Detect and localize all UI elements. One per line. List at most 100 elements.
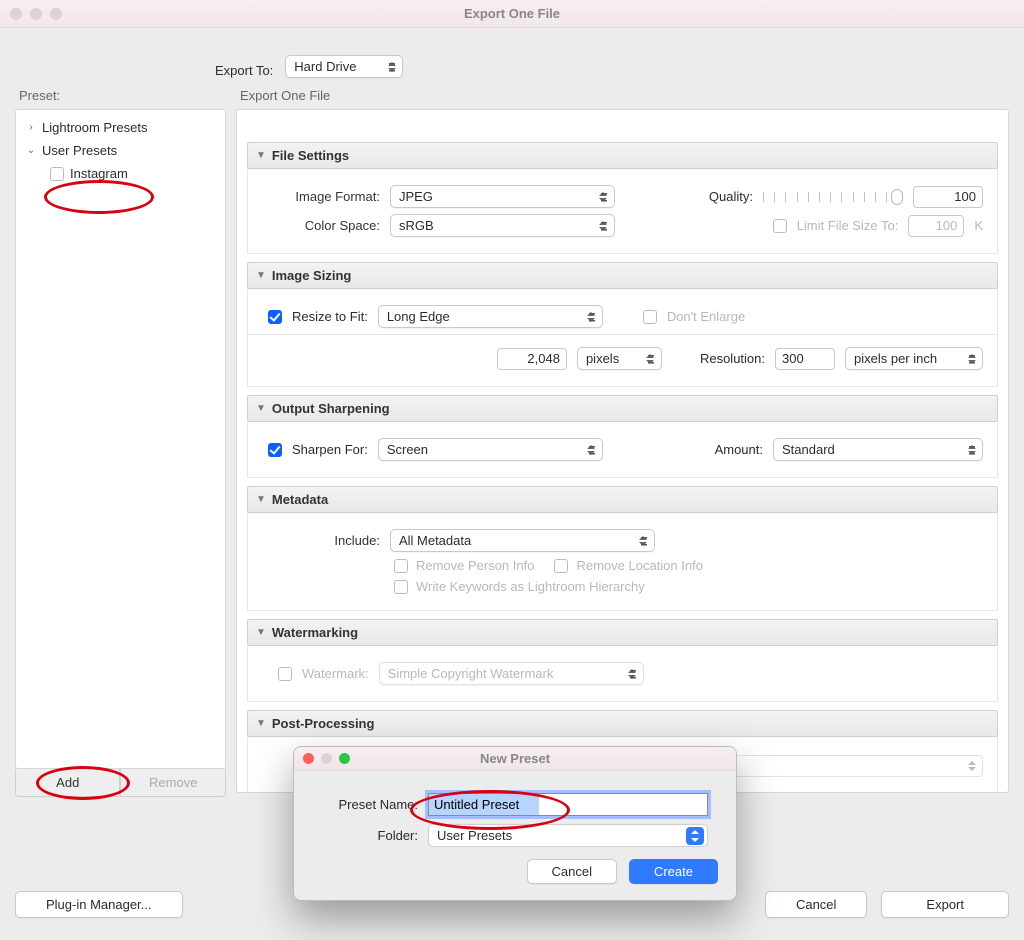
chevron-updown-icon bbox=[967, 761, 976, 771]
triangle-down-icon: ▼ bbox=[256, 150, 266, 161]
preset-header: Preset: bbox=[15, 86, 226, 109]
amount-value: Standard bbox=[782, 442, 835, 457]
preset-group-user[interactable]: ⌄ User Presets bbox=[22, 139, 219, 162]
modal-titlebar: New Preset bbox=[294, 747, 736, 771]
resize-checkbox[interactable] bbox=[268, 310, 282, 324]
section-title: Output Sharpening bbox=[272, 401, 390, 416]
remove-location-checkbox[interactable] bbox=[554, 559, 568, 573]
preset-name-input[interactable] bbox=[428, 793, 708, 816]
slider-knob[interactable] bbox=[891, 189, 903, 205]
amount-label: Amount: bbox=[715, 442, 763, 457]
sharpen-for-select[interactable]: Screen bbox=[378, 438, 603, 461]
modal-cancel-button[interactable]: Cancel bbox=[527, 859, 617, 884]
modal-create-button[interactable]: Create bbox=[629, 859, 718, 884]
amount-select[interactable]: Standard bbox=[773, 438, 983, 461]
section-title: Metadata bbox=[272, 492, 328, 507]
image-format-value: JPEG bbox=[399, 189, 433, 204]
watermark-value: Simple Copyright Watermark bbox=[388, 666, 554, 681]
section-watermarking[interactable]: ▼ Watermarking bbox=[247, 619, 998, 646]
include-select[interactable]: All Metadata bbox=[390, 529, 655, 552]
export-to-select[interactable]: Hard Drive bbox=[285, 55, 403, 78]
chevron-updown-icon bbox=[587, 312, 596, 322]
size-unit: pixels bbox=[586, 351, 619, 366]
limit-size-checkbox[interactable] bbox=[773, 219, 787, 233]
section-post-processing[interactable]: ▼ Post-Processing bbox=[247, 710, 998, 737]
chevron-updown-icon bbox=[628, 669, 637, 679]
preset-group-lightroom[interactable]: › Lightroom Presets bbox=[22, 116, 219, 139]
chevron-updown-icon bbox=[639, 536, 648, 546]
section-title: File Settings bbox=[272, 148, 349, 163]
folder-label: Folder: bbox=[312, 828, 418, 843]
limit-size-value: 100 bbox=[936, 218, 958, 233]
chevron-updown-icon bbox=[387, 62, 396, 72]
preset-tree[interactable]: › Lightroom Presets ⌄ User Presets Insta… bbox=[15, 109, 226, 769]
color-space-label: Color Space: bbox=[262, 218, 380, 233]
preset-name-label: Preset Name: bbox=[312, 797, 418, 812]
watermark-checkbox[interactable] bbox=[278, 667, 292, 681]
export-to-label: Export To: bbox=[215, 63, 273, 78]
include-value: All Metadata bbox=[399, 533, 471, 548]
image-format-label: Image Format: bbox=[262, 189, 380, 204]
remove-preset-button[interactable]: Remove bbox=[120, 769, 225, 797]
watermark-select[interactable]: Simple Copyright Watermark bbox=[379, 662, 644, 685]
cancel-button[interactable]: Cancel bbox=[765, 891, 867, 918]
chevron-updown-icon bbox=[967, 445, 976, 455]
write-keywords-checkbox[interactable] bbox=[394, 580, 408, 594]
chevron-updown-icon bbox=[599, 221, 608, 231]
preset-item-instagram[interactable]: Instagram bbox=[22, 162, 219, 185]
resolution-unit-select[interactable]: pixels per inch bbox=[845, 347, 983, 370]
triangle-down-icon: ▼ bbox=[256, 494, 266, 505]
quality-label: Quality: bbox=[709, 189, 753, 204]
resize-label: Resize to Fit: bbox=[292, 309, 368, 324]
sharpen-checkbox[interactable] bbox=[268, 443, 282, 457]
triangle-down-icon: ▼ bbox=[256, 627, 266, 638]
export-button[interactable]: Export bbox=[881, 891, 1009, 918]
limit-size-label: Limit File Size To: bbox=[797, 218, 899, 233]
right-header: Export One File bbox=[236, 86, 1009, 109]
settings-panel[interactable]: ▼ File Settings Image Format: JPEG Quali… bbox=[236, 109, 1009, 793]
resolution-input[interactable]: 300 bbox=[775, 348, 835, 370]
include-label: Include: bbox=[262, 533, 380, 548]
size-unit-select[interactable]: pixels bbox=[577, 347, 662, 370]
triangle-down-icon: ▼ bbox=[256, 270, 266, 281]
color-space-select[interactable]: sRGB bbox=[390, 214, 615, 237]
folder-select[interactable]: User Presets bbox=[428, 824, 708, 847]
window-title: Export One File bbox=[0, 6, 1024, 21]
size-input[interactable]: 2,048 bbox=[497, 348, 567, 370]
section-title: Image Sizing bbox=[272, 268, 351, 283]
chevron-right-icon: › bbox=[26, 122, 36, 133]
triangle-down-icon: ▼ bbox=[256, 718, 266, 729]
quality-input[interactable]: 100 bbox=[913, 186, 983, 208]
folder-value: User Presets bbox=[437, 828, 512, 843]
checkbox[interactable] bbox=[50, 167, 64, 181]
chevron-updown-icon bbox=[686, 827, 704, 845]
resize-value: Long Edge bbox=[387, 309, 450, 324]
resize-select[interactable]: Long Edge bbox=[378, 305, 603, 328]
plugin-manager-button[interactable]: Plug-in Manager... bbox=[15, 891, 183, 918]
section-image-sizing[interactable]: ▼ Image Sizing bbox=[247, 262, 998, 289]
chevron-updown-icon bbox=[967, 354, 976, 364]
section-output-sharpening[interactable]: ▼ Output Sharpening bbox=[247, 395, 998, 422]
add-preset-button[interactable]: Add bbox=[15, 769, 120, 797]
section-title: Watermarking bbox=[272, 625, 358, 640]
dont-enlarge-checkbox[interactable] bbox=[643, 310, 657, 324]
section-title: Post-Processing bbox=[272, 716, 375, 731]
resolution-label: Resolution: bbox=[700, 351, 765, 366]
preset-group-label: Lightroom Presets bbox=[42, 120, 148, 135]
dont-enlarge-label: Don't Enlarge bbox=[667, 309, 745, 324]
export-to-row: Export To: Hard Drive bbox=[0, 28, 1024, 86]
quality-slider[interactable] bbox=[763, 190, 903, 204]
preset-item-label: Instagram bbox=[70, 166, 128, 181]
limit-size-input[interactable]: 100 bbox=[908, 215, 964, 237]
section-file-settings[interactable]: ▼ File Settings bbox=[247, 142, 998, 169]
section-metadata[interactable]: ▼ Metadata bbox=[247, 486, 998, 513]
chevron-updown-icon bbox=[646, 354, 655, 364]
image-format-select[interactable]: JPEG bbox=[390, 185, 615, 208]
preset-group-label: User Presets bbox=[42, 143, 117, 158]
new-preset-dialog: New Preset Preset Name: Folder: User Pre… bbox=[293, 746, 737, 901]
chevron-down-icon: ⌄ bbox=[26, 145, 36, 156]
remove-person-checkbox[interactable] bbox=[394, 559, 408, 573]
chevron-updown-icon bbox=[599, 192, 608, 202]
remove-location-label: Remove Location Info bbox=[576, 558, 702, 573]
quality-value: 100 bbox=[954, 189, 976, 204]
